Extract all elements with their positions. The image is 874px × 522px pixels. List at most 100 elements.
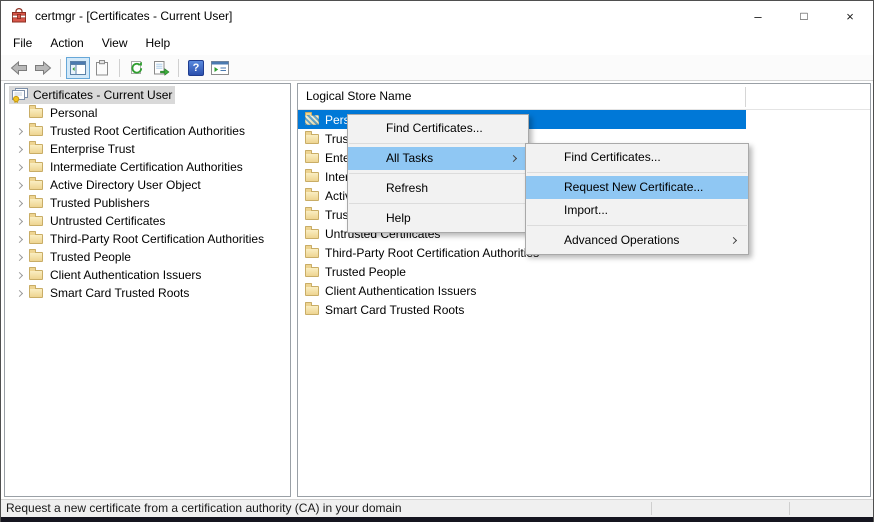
folder-icon (305, 191, 319, 201)
folder-icon (305, 210, 319, 220)
all-tasks-submenu: Find Certificates... Request New Certifi… (525, 143, 749, 255)
expand-chevron-icon[interactable] (11, 201, 27, 206)
tree-item-trusted-publishers[interactable]: Trusted Publishers (5, 194, 290, 212)
tree-item-smart-card-trusted-roots[interactable]: Smart Card Trusted Roots (5, 284, 290, 302)
list-header: Logical Store Name (298, 84, 870, 110)
expand-chevron-icon[interactable] (11, 237, 27, 242)
tree-item-label: Personal (50, 106, 97, 120)
list-row-label: Client Authentication Issuers (325, 284, 476, 298)
show-console-tree-button[interactable] (66, 57, 90, 79)
folder-icon-selected (305, 115, 319, 125)
close-button[interactable]: × (827, 1, 873, 31)
folder-icon (29, 252, 43, 262)
tree-root-certificates-current-user[interactable]: Certificates - Current User (5, 86, 290, 104)
tree-item-label: Third-Party Root Certification Authoriti… (50, 232, 264, 246)
toolbar-separator (119, 59, 120, 77)
menu-action[interactable]: Action (41, 31, 92, 55)
tree-item-trusted-root-certification-authorities[interactable]: Trusted Root Certification Authorities (5, 122, 290, 140)
folder-icon (305, 248, 319, 258)
forward-arrow-icon (34, 60, 52, 76)
submenu-request-new-certificate[interactable]: Request New Certificate... (526, 176, 748, 199)
context-menu-refresh[interactable]: Refresh (348, 177, 528, 200)
forward-button[interactable] (31, 57, 55, 79)
console-tree-pane: Certificates - Current User Personal Tru… (4, 83, 291, 497)
menu-item-label: Advanced Operations (564, 233, 679, 247)
refresh-button[interactable] (125, 57, 149, 79)
export-list-button[interactable] (149, 57, 173, 79)
expand-chevron-icon[interactable] (11, 183, 27, 188)
menu-separator (527, 225, 747, 226)
context-menu-help[interactable]: Help (348, 207, 528, 230)
help-button[interactable] (184, 57, 208, 79)
folder-icon (29, 234, 43, 244)
minimize-button[interactable]: – (735, 1, 781, 31)
folder-icon (305, 134, 319, 144)
menu-item-label: Find Certificates... (564, 150, 661, 164)
window-title: certmgr - [Certificates - Current User] (35, 1, 232, 31)
window-bottom-edge (1, 517, 873, 522)
context-menu-all-tasks[interactable]: All Tasks (348, 147, 528, 170)
clipboard-button[interactable] (90, 57, 114, 79)
expand-chevron-icon[interactable] (11, 273, 27, 278)
certificates-root-icon (11, 87, 29, 103)
expand-chevron-icon[interactable] (11, 255, 27, 260)
folder-icon (29, 180, 43, 190)
list-row[interactable]: Trusted People (298, 262, 870, 281)
help-icon (188, 60, 204, 76)
toolbar-separator (178, 59, 179, 77)
menu-item-label: Request New Certificate... (564, 180, 703, 194)
menu-item-label: Find Certificates... (386, 121, 483, 135)
menu-help[interactable]: Help (137, 31, 180, 55)
maximize-button[interactable]: □ (781, 1, 827, 31)
tree-item-label: Enterprise Trust (50, 142, 135, 156)
expand-chevron-icon[interactable] (11, 129, 27, 134)
list-row[interactable]: Smart Card Trusted Roots (298, 300, 870, 319)
back-arrow-icon (10, 60, 28, 76)
menu-separator (527, 172, 747, 173)
show-action-pane-button[interactable] (208, 57, 232, 79)
back-button[interactable] (7, 57, 31, 79)
expand-chevron-icon[interactable] (11, 147, 27, 152)
menu-separator (349, 203, 527, 204)
menu-file[interactable]: File (4, 31, 41, 55)
list-row[interactable]: Client Authentication Issuers (298, 281, 870, 300)
context-menu-find-certificates[interactable]: Find Certificates... (348, 117, 528, 140)
tree-item-active-directory-user-object[interactable]: Active Directory User Object (5, 176, 290, 194)
clipboard-icon (95, 60, 109, 76)
tree-item-enterprise-trust[interactable]: Enterprise Trust (5, 140, 290, 158)
submenu-import[interactable]: Import... (526, 199, 748, 222)
tree-item-label: Trusted People (50, 250, 131, 264)
certificates-tree: Certificates - Current User Personal Tru… (5, 84, 290, 302)
tree-item-label: Smart Card Trusted Roots (50, 286, 189, 300)
certmgr-window: certmgr - [Certificates - Current User] … (0, 0, 874, 522)
list-row-label: Trusted People (325, 265, 406, 279)
context-menu: Find Certificates... All Tasks Refresh H… (347, 114, 529, 233)
column-header-logical-store-name[interactable]: Logical Store Name (298, 84, 870, 109)
toolbar (1, 55, 873, 81)
expand-chevron-icon[interactable] (11, 165, 27, 170)
statusbar-divider (651, 502, 652, 515)
submenu-find-certificates[interactable]: Find Certificates... (526, 146, 748, 169)
folder-icon (305, 286, 319, 296)
folder-icon (29, 216, 43, 226)
submenu-chevron-icon (510, 155, 517, 162)
tree-item-untrusted-certificates[interactable]: Untrusted Certificates (5, 212, 290, 230)
column-divider[interactable] (745, 87, 746, 107)
folder-icon (305, 305, 319, 315)
tree-item-label: Untrusted Certificates (50, 214, 165, 228)
menu-view[interactable]: View (93, 31, 137, 55)
expand-chevron-icon[interactable] (11, 219, 27, 224)
menu-item-label: Refresh (386, 181, 428, 195)
status-bar: Request a new certificate from a certifi… (1, 499, 873, 517)
tree-item-personal[interactable]: Personal (5, 104, 290, 122)
expand-chevron-icon[interactable] (11, 291, 27, 296)
title-bar: certmgr - [Certificates - Current User] … (1, 1, 873, 31)
tree-item-trusted-people[interactable]: Trusted People (5, 248, 290, 266)
status-text: Request a new certificate from a certifi… (1, 500, 873, 517)
tree-item-client-authentication-issuers[interactable]: Client Authentication Issuers (5, 266, 290, 284)
statusbar-divider (789, 502, 790, 515)
menu-item-label: Help (386, 211, 411, 225)
submenu-advanced-operations[interactable]: Advanced Operations (526, 229, 748, 252)
tree-item-third-party-root-certification-authorities[interactable]: Third-Party Root Certification Authoriti… (5, 230, 290, 248)
tree-item-intermediate-certification-authorities[interactable]: Intermediate Certification Authorities (5, 158, 290, 176)
